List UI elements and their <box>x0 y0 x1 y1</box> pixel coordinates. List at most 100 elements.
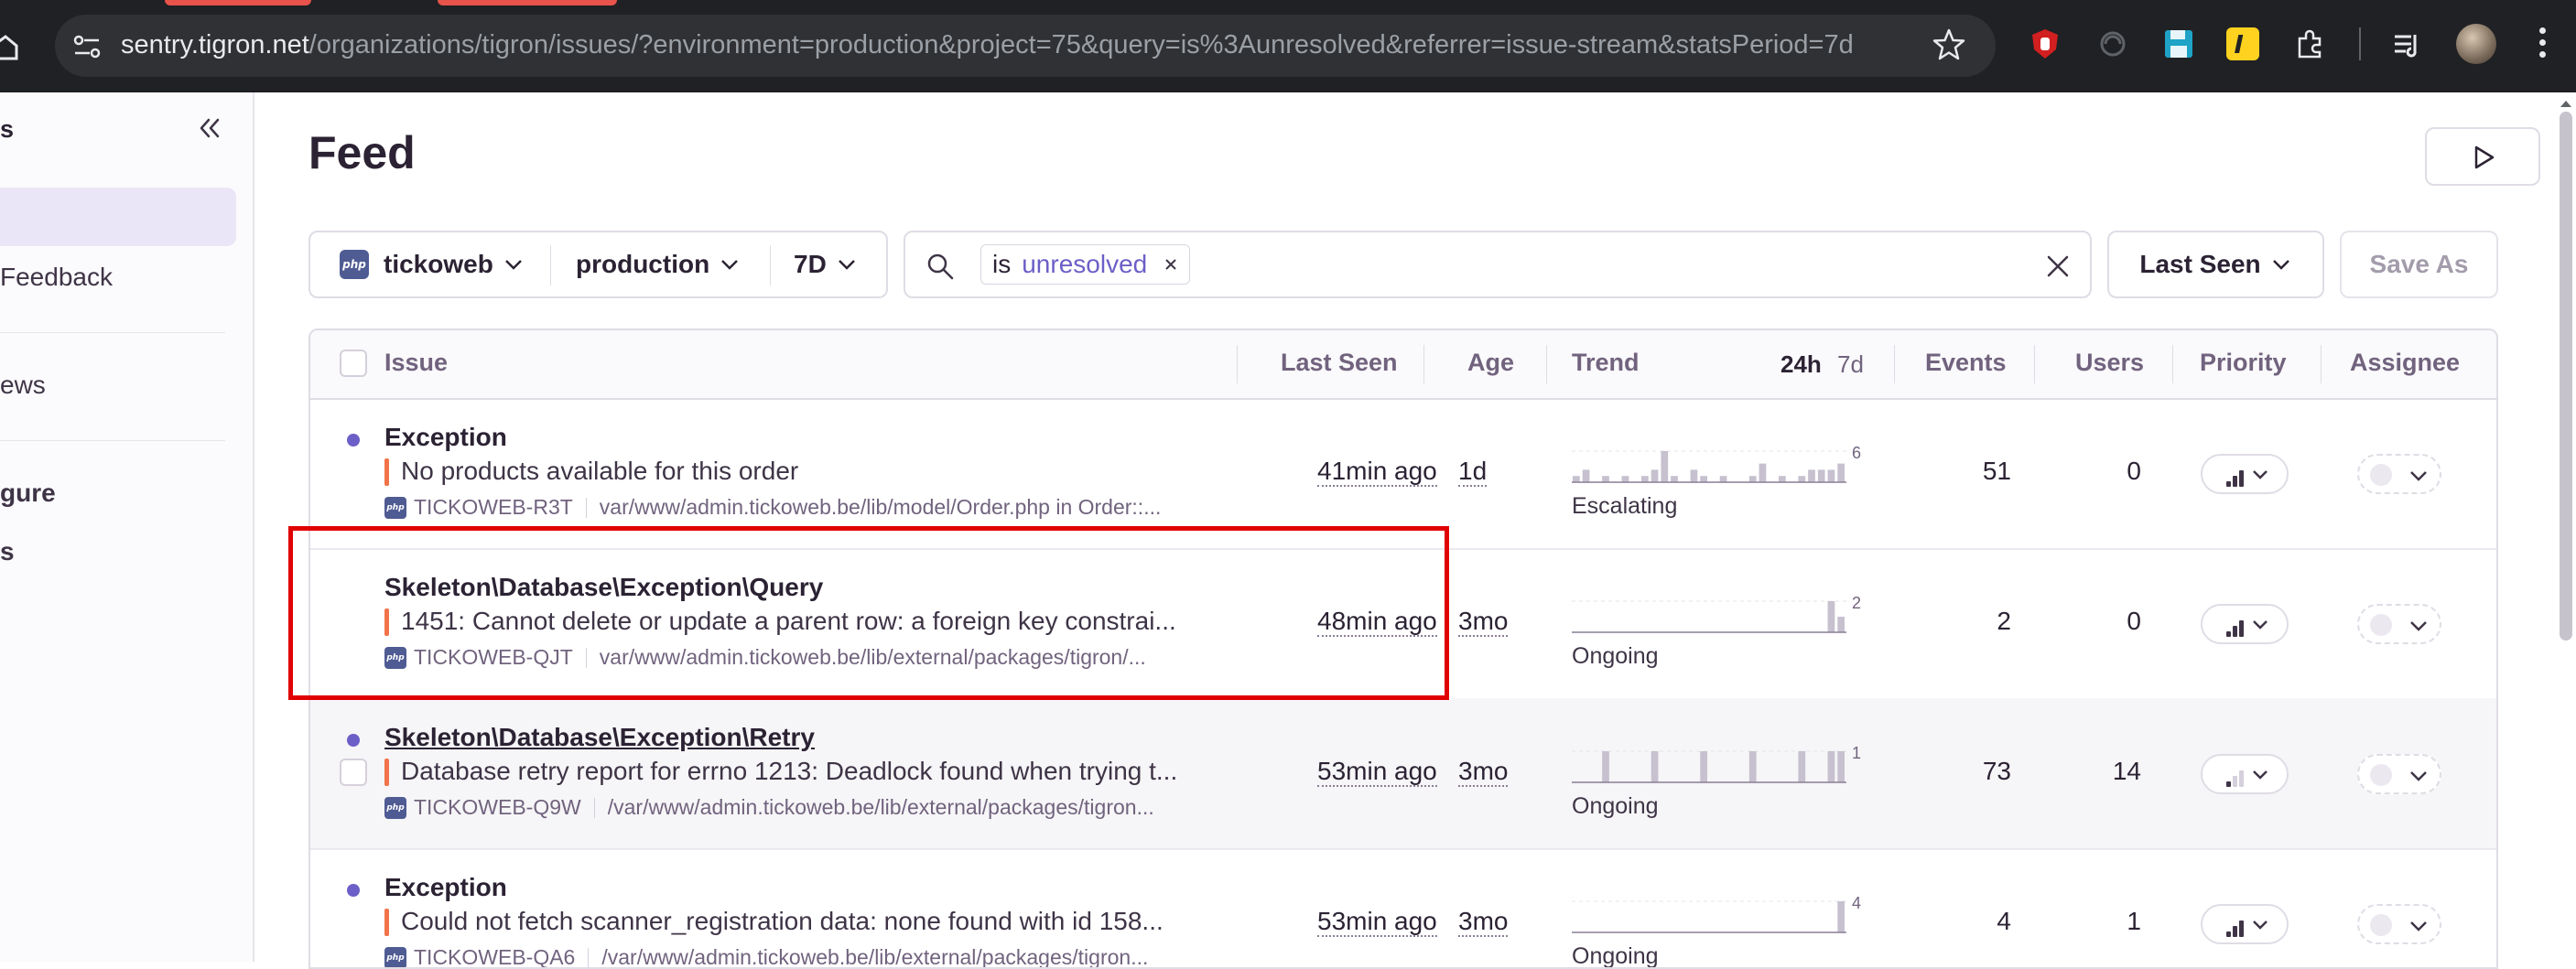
issues-table: Issue Last Seen Age Trend 24h 7d Events … <box>308 328 2498 969</box>
priority-dropdown[interactable] <box>2201 604 2289 644</box>
date-range-filter[interactable]: 7D <box>794 232 858 296</box>
sparkline-bar <box>1651 751 1659 782</box>
issue-culprit: /var/www/admin.tickoweb.be/lib/external/… <box>601 945 1149 969</box>
issue-message: Database retry report for errno 1213: De… <box>384 757 1227 786</box>
issue-title[interactable]: Skeleton\Database\Exception\Query <box>384 573 823 602</box>
home-icon[interactable] <box>0 35 18 60</box>
sort-dropdown[interactable]: Last Seen <box>2107 231 2324 298</box>
priority-bar <box>2233 626 2237 637</box>
event-count[interactable]: 2 <box>1956 607 2011 636</box>
disabled-extension-icon[interactable] <box>2096 27 2129 60</box>
header-priority[interactable]: Priority <box>2200 349 2287 377</box>
row-checkbox[interactable] <box>340 759 367 786</box>
assignee-dropdown[interactable] <box>2357 754 2441 794</box>
sparkline-bar <box>1827 469 1835 482</box>
issue-short-id[interactable]: TICKOWEB-R3T <box>414 495 573 520</box>
header-age[interactable]: Age <box>1467 349 1514 377</box>
header-issue[interactable]: Issue <box>384 349 448 377</box>
save-as-button[interactable]: Save As <box>2340 231 2498 298</box>
trend-period-24h[interactable]: 24h <box>1780 350 1822 379</box>
chevron-down-icon <box>2272 260 2289 270</box>
filter-separator <box>770 245 771 285</box>
event-count[interactable]: 4 <box>1956 907 2011 936</box>
site-info-icon[interactable] <box>71 31 103 62</box>
ublock-icon[interactable] <box>2029 27 2062 60</box>
assignee-dropdown[interactable] <box>2357 604 2441 644</box>
assignee-dropdown[interactable] <box>2357 454 2441 494</box>
header-last-seen[interactable]: Last Seen <box>1281 349 1398 377</box>
event-count[interactable]: 51 <box>1956 457 2011 486</box>
bookmark-star-icon[interactable] <box>1932 27 1966 62</box>
filter-separator <box>550 245 551 285</box>
sort-label: Last Seen <box>2139 250 2261 278</box>
sidebar-item-views[interactable]: ews <box>0 371 46 400</box>
header-events[interactable]: Events <box>1925 349 2007 377</box>
unassigned-avatar <box>2370 764 2392 786</box>
play-button[interactable] <box>2425 127 2540 186</box>
media-icon[interactable] <box>2391 27 2424 60</box>
sparkline-bar <box>1817 469 1825 482</box>
scroll-up-icon[interactable] <box>2560 99 2572 108</box>
issue-title[interactable]: Exception <box>384 423 507 452</box>
assignee-dropdown[interactable] <box>2357 904 2441 944</box>
token-value[interactable]: unresolved <box>1022 250 1147 279</box>
environment-filter[interactable]: production <box>576 232 741 296</box>
php-icon: php <box>384 796 406 819</box>
header-users[interactable]: Users <box>2075 349 2144 377</box>
extension-i-icon[interactable] <box>2226 27 2259 60</box>
clear-search-icon[interactable] <box>2044 253 2072 280</box>
issue-short-id[interactable]: TICKOWEB-QA6 <box>414 945 575 967</box>
header-assignee: Assignee <box>2350 349 2461 376</box>
environment-filter-label: production <box>576 250 710 278</box>
sidebar-item-issues-active[interactable] <box>0 188 236 246</box>
issue-short-id[interactable]: TICKOWEB-Q9W <box>414 795 581 820</box>
chevron-down-icon <box>838 260 855 270</box>
sidebar-item-feedback[interactable]: Feedback <box>0 263 113 292</box>
browser-menu-icon[interactable] <box>2539 27 2547 62</box>
priority-dropdown[interactable] <box>2201 454 2289 494</box>
sparkline-bar <box>1779 476 1786 482</box>
user-count[interactable]: 0 <box>2086 607 2141 636</box>
trend-status: Ongoing <box>1572 793 1659 819</box>
unread-dot <box>347 884 360 897</box>
save-icon[interactable] <box>2162 27 2195 60</box>
issue-title[interactable]: Exception <box>384 873 507 902</box>
issue-message: 1451: Cannot delete or update a parent r… <box>384 607 1227 636</box>
priority-dropdown[interactable] <box>2201 904 2289 944</box>
chevron-down-icon <box>2253 620 2268 630</box>
puzzle-icon[interactable] <box>2294 27 2327 60</box>
event-count[interactable]: 73 <box>1956 757 2011 786</box>
collapse-sidebar-icon[interactable] <box>194 113 225 144</box>
trend-period-7d[interactable]: 7d <box>1837 350 1864 379</box>
user-count[interactable]: 14 <box>2086 757 2141 786</box>
issue-title[interactable]: Skeleton\Database\Exception\Retry <box>384 723 815 752</box>
sidebar-item-configure[interactable]: gure <box>0 479 56 508</box>
sparkline-bar <box>1602 476 1609 482</box>
issue-row[interactable]: Exception Could not fetch scanner_regist… <box>310 848 2496 969</box>
priority-dropdown[interactable] <box>2201 754 2289 794</box>
user-count[interactable]: 0 <box>2086 457 2141 486</box>
header-separator <box>2034 345 2035 383</box>
php-icon: php <box>384 946 406 967</box>
project-filter[interactable]: php tickoweb <box>340 232 525 296</box>
priority-bar <box>2233 476 2237 487</box>
page-scrollbar[interactable] <box>2560 112 2572 641</box>
user-count[interactable]: 1 <box>2086 907 2141 936</box>
remove-token-icon[interactable] <box>1164 257 1178 272</box>
issue-meta: php TICKOWEB-R3T var/www/admin.tickoweb.… <box>384 495 1208 520</box>
priority-bar <box>2239 470 2244 487</box>
issue-short-id[interactable]: TICKOWEB-QJT <box>414 645 573 670</box>
issue-row[interactable]: Skeleton\Database\Exception\Retry Databa… <box>310 698 2496 850</box>
issue-row[interactable]: Skeleton\Database\Exception\Query 1451: … <box>310 548 2496 700</box>
issue-meta: php TICKOWEB-QJT var/www/admin.tickoweb.… <box>384 645 1208 670</box>
address-bar[interactable]: sentry.tigron.net/organizations/tigron/i… <box>55 15 1996 77</box>
tab-edge[interactable] <box>165 0 311 5</box>
priority-icon <box>2226 620 2268 637</box>
tab-edge[interactable] <box>438 0 617 5</box>
issue-search-input[interactable]: is unresolved <box>904 231 2092 298</box>
issue-row[interactable]: Exception No products available for this… <box>310 398 2496 550</box>
sidebar-item-settings[interactable]: s <box>0 537 15 566</box>
profile-avatar[interactable] <box>2456 24 2496 64</box>
select-all-checkbox[interactable] <box>340 350 367 377</box>
search-token[interactable]: is unresolved <box>980 244 1191 285</box>
